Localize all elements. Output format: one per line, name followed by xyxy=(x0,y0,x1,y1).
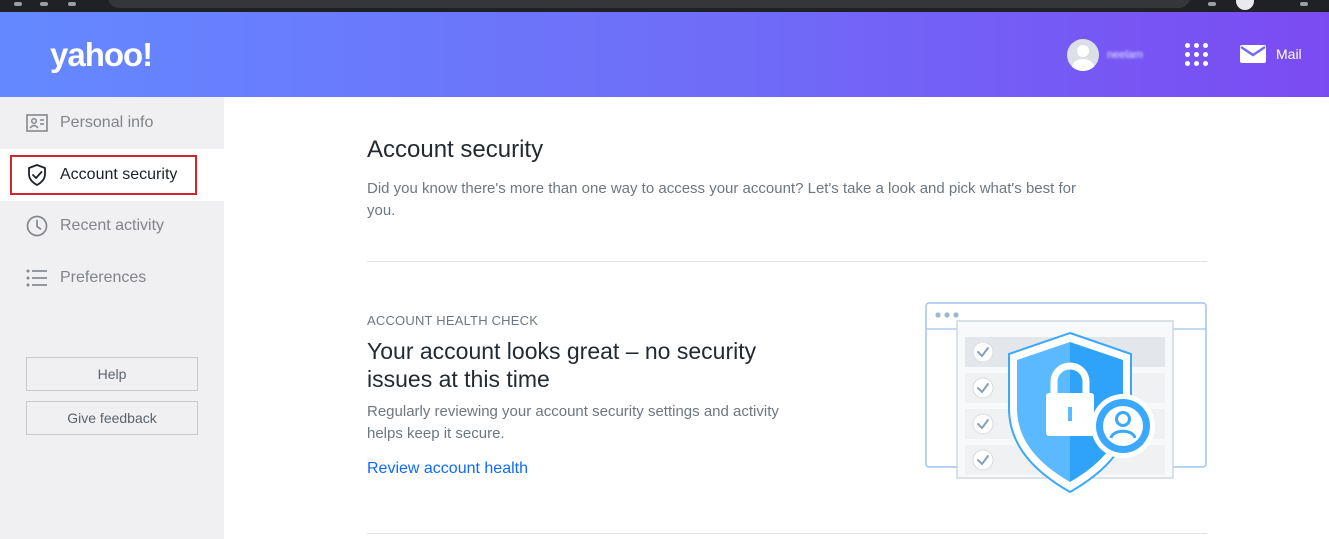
yahoo-logo[interactable]: yahoo! xyxy=(50,36,153,74)
mail-link[interactable]: Mail xyxy=(1240,45,1302,63)
top-header: yahoo! neelam Mail xyxy=(0,12,1329,97)
page-intro: Did you know there's more than one way t… xyxy=(367,180,1076,219)
active-item-highlight xyxy=(10,155,197,195)
user-menu[interactable]: neelam xyxy=(1067,39,1143,71)
help-button[interactable]: Help xyxy=(26,357,198,391)
health-description: Regularly reviewing your account securit… xyxy=(367,403,779,442)
list-icon xyxy=(26,267,48,289)
address-bar[interactable] xyxy=(108,0,1190,8)
user-name: neelam xyxy=(1107,49,1144,61)
page-title: Account security xyxy=(367,136,544,163)
extension-icon[interactable] xyxy=(1208,2,1216,6)
mail-icon xyxy=(1240,45,1266,63)
browser-chrome xyxy=(0,0,1329,12)
security-shield-illustration xyxy=(925,300,1210,496)
sidebar-item-preferences[interactable]: Preferences xyxy=(0,252,224,304)
sidebar-item-label: Recent activity xyxy=(60,217,165,234)
browser-menu-icon[interactable] xyxy=(1300,2,1308,6)
sidebar-item-label: Personal info xyxy=(60,114,154,131)
apps-grid-icon[interactable] xyxy=(1185,43,1209,67)
divider xyxy=(367,261,1207,262)
sidebar-item-personal-info[interactable]: Personal info xyxy=(0,97,224,149)
forward-icon[interactable] xyxy=(40,2,48,6)
back-icon[interactable] xyxy=(14,2,22,6)
sidebar: Personal info Account security Recent ac… xyxy=(0,97,224,539)
clock-icon xyxy=(26,215,48,237)
health-headline: Your account looks great – no security i… xyxy=(367,338,757,392)
divider xyxy=(367,533,1207,534)
reload-icon[interactable] xyxy=(68,2,76,6)
id-card-icon xyxy=(26,112,48,134)
review-account-health-link[interactable]: Review account health xyxy=(367,460,528,478)
section-eyebrow: ACCOUNT HEALTH CHECK xyxy=(367,313,539,328)
mail-label: Mail xyxy=(1276,46,1302,62)
sidebar-item-label: Preferences xyxy=(60,269,147,286)
give-feedback-button[interactable]: Give feedback xyxy=(26,401,198,435)
avatar[interactable] xyxy=(1067,39,1099,71)
browser-profile-icon[interactable] xyxy=(1236,0,1254,10)
sidebar-item-recent-activity[interactable]: Recent activity xyxy=(0,200,224,252)
